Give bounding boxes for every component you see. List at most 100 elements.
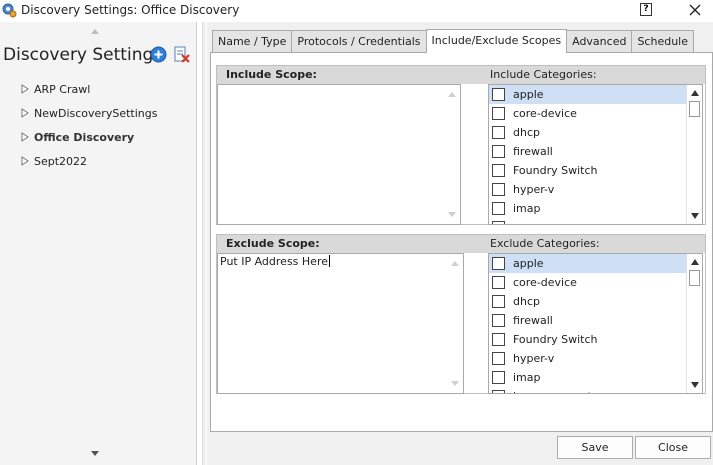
save-button[interactable]: Save [557,436,633,459]
category-label: firewall [513,314,553,327]
category-label: imap [513,202,541,215]
tab-include-exclude-scopes[interactable]: Include/Exclude Scopes [425,29,568,53]
expand-arrow-icon[interactable] [20,108,30,118]
checkbox[interactable] [492,107,505,120]
include-category-firewall[interactable]: firewall [489,142,686,161]
help-button[interactable]: ? [640,3,652,16]
add-plus-icon[interactable] [150,46,167,63]
include-categories-label: Include Categories: [490,68,597,81]
exclude-category-core-device[interactable]: core-device [489,273,686,292]
tree-item-label: ARP Crawl [34,82,91,96]
exclude-category-foundry-switch[interactable]: Foundry Switch [489,330,686,349]
scroll-up-icon[interactable] [690,89,700,97]
category-label: Foundry Switch [513,164,598,177]
splitter[interactable] [202,22,206,465]
exclude-category-hyper-v[interactable]: hyper-v [489,349,686,368]
include-category-foundry-switch[interactable]: Foundry Switch [489,161,686,180]
sidebar-scroll-up-icon[interactable] [90,27,100,35]
category-label: dhcp [513,295,540,308]
include-scope-scrollbar[interactable] [444,85,460,224]
include-categories-list[interactable]: apple core-device dhcp firewall Foundry … [488,84,703,225]
checkbox[interactable] [492,352,505,365]
expand-arrow-icon[interactable] [20,84,30,94]
checkbox[interactable] [492,183,505,196]
tab-schedule[interactable]: Schedule [631,30,695,52]
exclude-category-imap[interactable]: imap [489,368,686,387]
category-label: apple [513,257,544,270]
scroll-down-icon[interactable] [690,381,700,389]
checkbox[interactable] [492,390,505,393]
exclude-section-header: Exclude Scope: Exclude Categories: [217,235,705,253]
scroll-down-icon[interactable] [690,212,700,220]
exclude-scope-label: Exclude Scope: [226,237,320,250]
include-category-apple[interactable]: apple [489,85,686,104]
checkbox[interactable] [492,314,505,327]
category-label: hyper-v [513,352,555,365]
category-label: imap [513,371,541,384]
checkbox[interactable] [492,164,505,177]
sidebar-scroll-down-icon[interactable] [90,450,100,458]
category-label: Foundry Switch [513,333,598,346]
sidebar: Discovery Settings ARP Crawl NewDiscover… [0,22,197,465]
category-label: ip_camera_cctv [513,390,599,393]
checkbox[interactable] [492,126,505,139]
exclude-scope-scrollbar[interactable] [447,254,463,393]
tab-name-type[interactable]: Name / Type [212,30,293,52]
tree-item-label: Office Discovery [34,130,135,144]
tab-advanced[interactable]: Advanced [566,30,633,52]
include-scope-label: Include Scope: [226,68,317,81]
include-section-header: Include Scope: Include Categories: [217,66,705,84]
exclude-categories-scrollbar[interactable] [686,254,702,393]
include-category-dhcp[interactable]: dhcp [489,123,686,142]
category-label: dhcp [513,126,540,139]
checkbox[interactable] [492,88,505,101]
include-categories-scrollbar[interactable] [686,85,702,224]
checkbox[interactable] [492,333,505,346]
title-bar: Discovery Settings: Office Discovery ? [0,0,713,22]
tree-item-sept2022[interactable]: Sept2022 [20,152,87,170]
tree-item-new-discovery-settings[interactable]: NewDiscoverySettings [20,104,157,122]
include-section: Include Scope: Include Categories: apple… [216,65,706,225]
exclude-categories-label: Exclude Categories: [490,237,600,250]
close-window-icon[interactable] [686,1,704,19]
exclude-category-firewall[interactable]: firewall [489,311,686,330]
exclude-category-apple[interactable]: apple [489,254,686,273]
checkbox[interactable] [492,371,505,384]
checkbox[interactable] [492,257,505,270]
scroll-up-icon[interactable] [690,258,700,266]
tree-item-arp-crawl[interactable]: ARP Crawl [20,80,90,98]
close-button[interactable]: Close [635,436,711,459]
include-category-core-device[interactable]: core-device [489,104,686,123]
checkbox[interactable] [492,295,505,308]
expand-arrow-icon[interactable] [20,156,30,166]
exclude-scope-text: Put IP Address Here [220,255,328,268]
category-label: core-device [513,107,577,120]
exclude-scope-input[interactable]: Put IP Address Here [217,253,464,394]
exclude-scope-value: Put IP Address Here [220,255,330,268]
include-category-partial[interactable] [489,218,686,224]
scroll-down-icon[interactable] [451,381,459,387]
delete-icon[interactable] [173,46,190,63]
checkbox[interactable] [492,276,505,289]
window-title: Discovery Settings: Office Discovery [21,3,240,17]
scroll-up-icon[interactable] [448,91,456,97]
checkbox[interactable] [492,221,505,224]
scroll-down-icon[interactable] [448,212,456,218]
exclude-categories-list[interactable]: apple core-device dhcp firewall Foundry … [488,253,703,394]
tree-item-office-discovery[interactable]: Office Discovery [20,128,134,146]
tab-protocols-credentials[interactable]: Protocols / Credentials [291,30,427,52]
main-panel: Name / Type Protocols / Credentials Incl… [207,22,713,465]
tab-content: Include Scope: Include Categories: apple… [210,52,713,432]
exclude-category-dhcp[interactable]: dhcp [489,292,686,311]
checkbox[interactable] [492,145,505,158]
scrollbar-thumb[interactable] [689,270,700,286]
scrollbar-thumb[interactable] [689,101,700,117]
expand-arrow-icon[interactable] [20,132,30,142]
exclude-category-ip-camera-cctv[interactable]: ip_camera_cctv [489,387,686,393]
sidebar-title: Discovery Settings [3,45,163,65]
scroll-up-icon[interactable] [451,260,459,266]
include-category-imap[interactable]: imap [489,199,686,218]
include-category-hyper-v[interactable]: hyper-v [489,180,686,199]
checkbox[interactable] [492,202,505,215]
include-scope-input[interactable] [217,84,461,225]
